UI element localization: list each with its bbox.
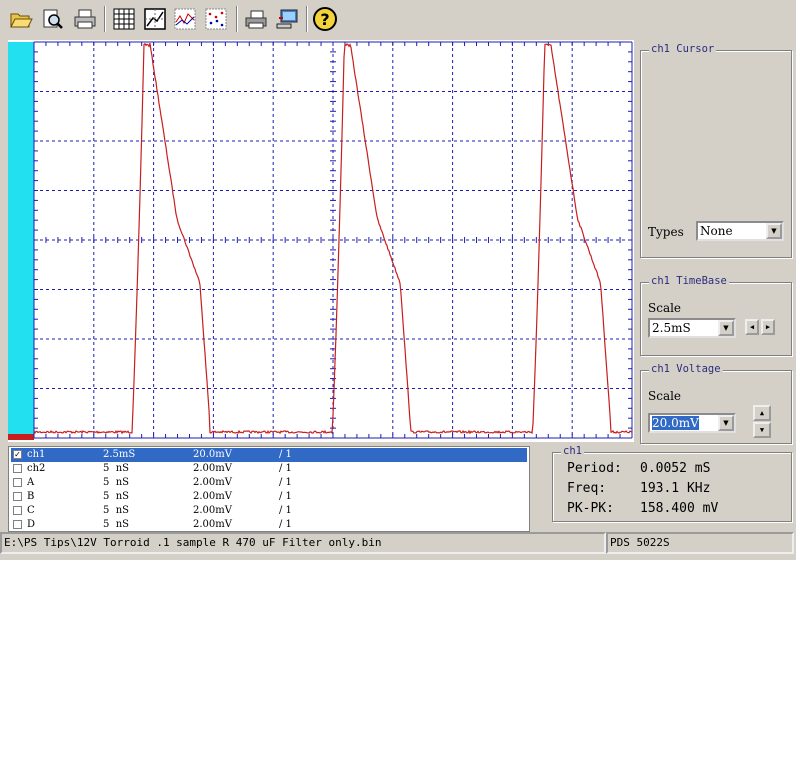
xy-display-icon[interactable] <box>142 6 168 32</box>
channel-checkbox[interactable] <box>13 506 22 515</box>
application-window: ? ch1 Cursor Types None ▼ ch1 TimeBase S… <box>0 0 796 560</box>
freq-value: 193.1 KHz <box>640 481 711 496</box>
open-icon[interactable] <box>8 6 34 32</box>
toolbar: ? <box>0 0 796 38</box>
voltage-scale-label: Scale <box>648 389 682 403</box>
status-device: PDS 5022S <box>606 532 794 554</box>
types-label: Types <box>648 225 684 239</box>
period-value: 0.0052 mS <box>640 461 711 476</box>
channel-row[interactable]: ✓ ch1 2.5mS 20.0mV / 1 <box>11 448 527 462</box>
channel-checkbox[interactable] <box>13 464 22 473</box>
channel-voltage: 2.00mV <box>193 519 232 530</box>
channel-timebase: 5 nS <box>103 505 130 516</box>
voltage-up-button[interactable]: ▲ <box>753 405 771 421</box>
cursor-types-value: None <box>700 224 733 238</box>
channel-divider: / 1 <box>279 491 292 502</box>
channel-name: C <box>27 505 35 516</box>
toolbar-separator <box>236 6 238 32</box>
chevron-down-icon[interactable]: ▼ <box>718 415 734 431</box>
channel-timebase: 5 nS <box>103 519 130 530</box>
channel-timebase: 5 nS <box>103 463 130 474</box>
channel-checkbox[interactable]: ✓ <box>13 450 22 459</box>
channel-timebase: 2.5mS <box>103 449 136 460</box>
channel-name: ch1 <box>27 449 46 460</box>
channel-row[interactable]: B 5 nS 2.00mV / 1 <box>11 490 527 504</box>
channel-row[interactable]: ch2 5 nS 2.00mV / 1 <box>11 462 527 476</box>
voltage-scale-value: 20.0mV <box>652 416 699 430</box>
status-device-text: PDS 5022S <box>610 536 670 549</box>
ground-marker <box>8 434 34 440</box>
channel-divider: / 1 <box>279 463 292 474</box>
channel-divider: / 1 <box>279 519 292 530</box>
channel-name: B <box>27 491 35 502</box>
calculator-icon[interactable] <box>111 6 137 32</box>
svg-text:?: ? <box>320 10 329 29</box>
channel-checkbox[interactable] <box>13 520 22 529</box>
pkpk-label: PK-PK: <box>567 501 614 516</box>
channel-name: ch2 <box>27 463 46 474</box>
waveform-icon[interactable] <box>172 6 198 32</box>
channel-divider: / 1 <box>279 449 292 460</box>
print-icon[interactable] <box>72 6 98 32</box>
channel-timebase: 5 nS <box>103 477 130 488</box>
voltage-down-button[interactable]: ▼ <box>753 422 771 438</box>
timebase-scale-select[interactable]: 2.5mS ▼ <box>648 318 736 338</box>
channel-list[interactable]: ✓ ch1 2.5mS 20.0mV / 1 ch2 5 nS 2.00mV / 1 A 5 nS 2… <box>8 446 530 532</box>
chevron-down-icon[interactable]: ▼ <box>718 320 734 336</box>
printer-icon[interactable] <box>243 6 269 32</box>
timebase-group-title: ch1 TimeBase <box>649 275 729 287</box>
measurement-group: ch1 Period: 0.0052 mS Freq: 193.1 KHz PK… <box>552 445 792 522</box>
voltage-scale-select[interactable]: 20.0mV ▼ <box>648 413 736 433</box>
dots-icon[interactable] <box>203 6 229 32</box>
channel-divider: / 1 <box>279 477 292 488</box>
voltage-group: ch1 Voltage Scale 20.0mV ▼ ▲ ▼ <box>640 363 792 444</box>
channel-checkbox[interactable] <box>13 478 22 487</box>
channel-voltage: 2.00mV <box>193 477 232 488</box>
timebase-right-button[interactable]: ▶ <box>761 319 775 335</box>
cursor-group: ch1 Cursor Types None ▼ <box>640 43 792 258</box>
channel-name: D <box>27 519 36 530</box>
channel-name: A <box>27 477 35 488</box>
timebase-scale-label: Scale <box>648 301 682 315</box>
timebase-left-button[interactable]: ◀ <box>745 319 759 335</box>
channel-voltage: 2.00mV <box>193 463 232 474</box>
freq-label: Freq: <box>567 481 607 496</box>
toolbar-separator <box>306 6 308 32</box>
chevron-down-icon[interactable]: ▼ <box>766 223 782 239</box>
measurement-group-title: ch1 <box>561 445 584 457</box>
channel-row[interactable]: D 5 nS 2.00mV / 1 <box>11 518 527 532</box>
channel-row[interactable]: A 5 nS 2.00mV / 1 <box>11 476 527 490</box>
zoom-icon[interactable] <box>40 6 66 32</box>
channel-divider: / 1 <box>279 505 292 516</box>
status-file-text: E:\PS Tips\12V Torroid .1 sample R 470 u… <box>4 536 382 549</box>
help-icon[interactable]: ? <box>312 6 338 32</box>
channel-voltage: 2.00mV <box>193 491 232 502</box>
channel-voltage: 2.00mV <box>193 505 232 516</box>
oscilloscope-display[interactable] <box>8 40 634 442</box>
cursor-group-title: ch1 Cursor <box>649 43 717 55</box>
timebase-scale-value: 2.5mS <box>652 321 691 335</box>
voltage-group-title: ch1 Voltage <box>649 363 723 375</box>
computer-icon[interactable] <box>274 6 300 32</box>
cursor-types-select[interactable]: None ▼ <box>696 221 784 241</box>
status-file-path: E:\PS Tips\12V Torroid .1 sample R 470 u… <box>0 532 606 554</box>
channel-marker-bar <box>8 42 34 434</box>
period-label: Period: <box>567 461 622 476</box>
pkpk-value: 158.400 mV <box>640 501 719 516</box>
scope-graph <box>8 40 634 442</box>
channel-row[interactable]: C 5 nS 2.00mV / 1 <box>11 504 527 518</box>
channel-timebase: 5 nS <box>103 491 130 502</box>
timebase-group: ch1 TimeBase Scale 2.5mS ▼ ◀ ▶ <box>640 275 792 356</box>
channel-checkbox[interactable] <box>13 492 22 501</box>
toolbar-separator <box>104 6 106 32</box>
channel-voltage: 20.0mV <box>193 449 232 460</box>
